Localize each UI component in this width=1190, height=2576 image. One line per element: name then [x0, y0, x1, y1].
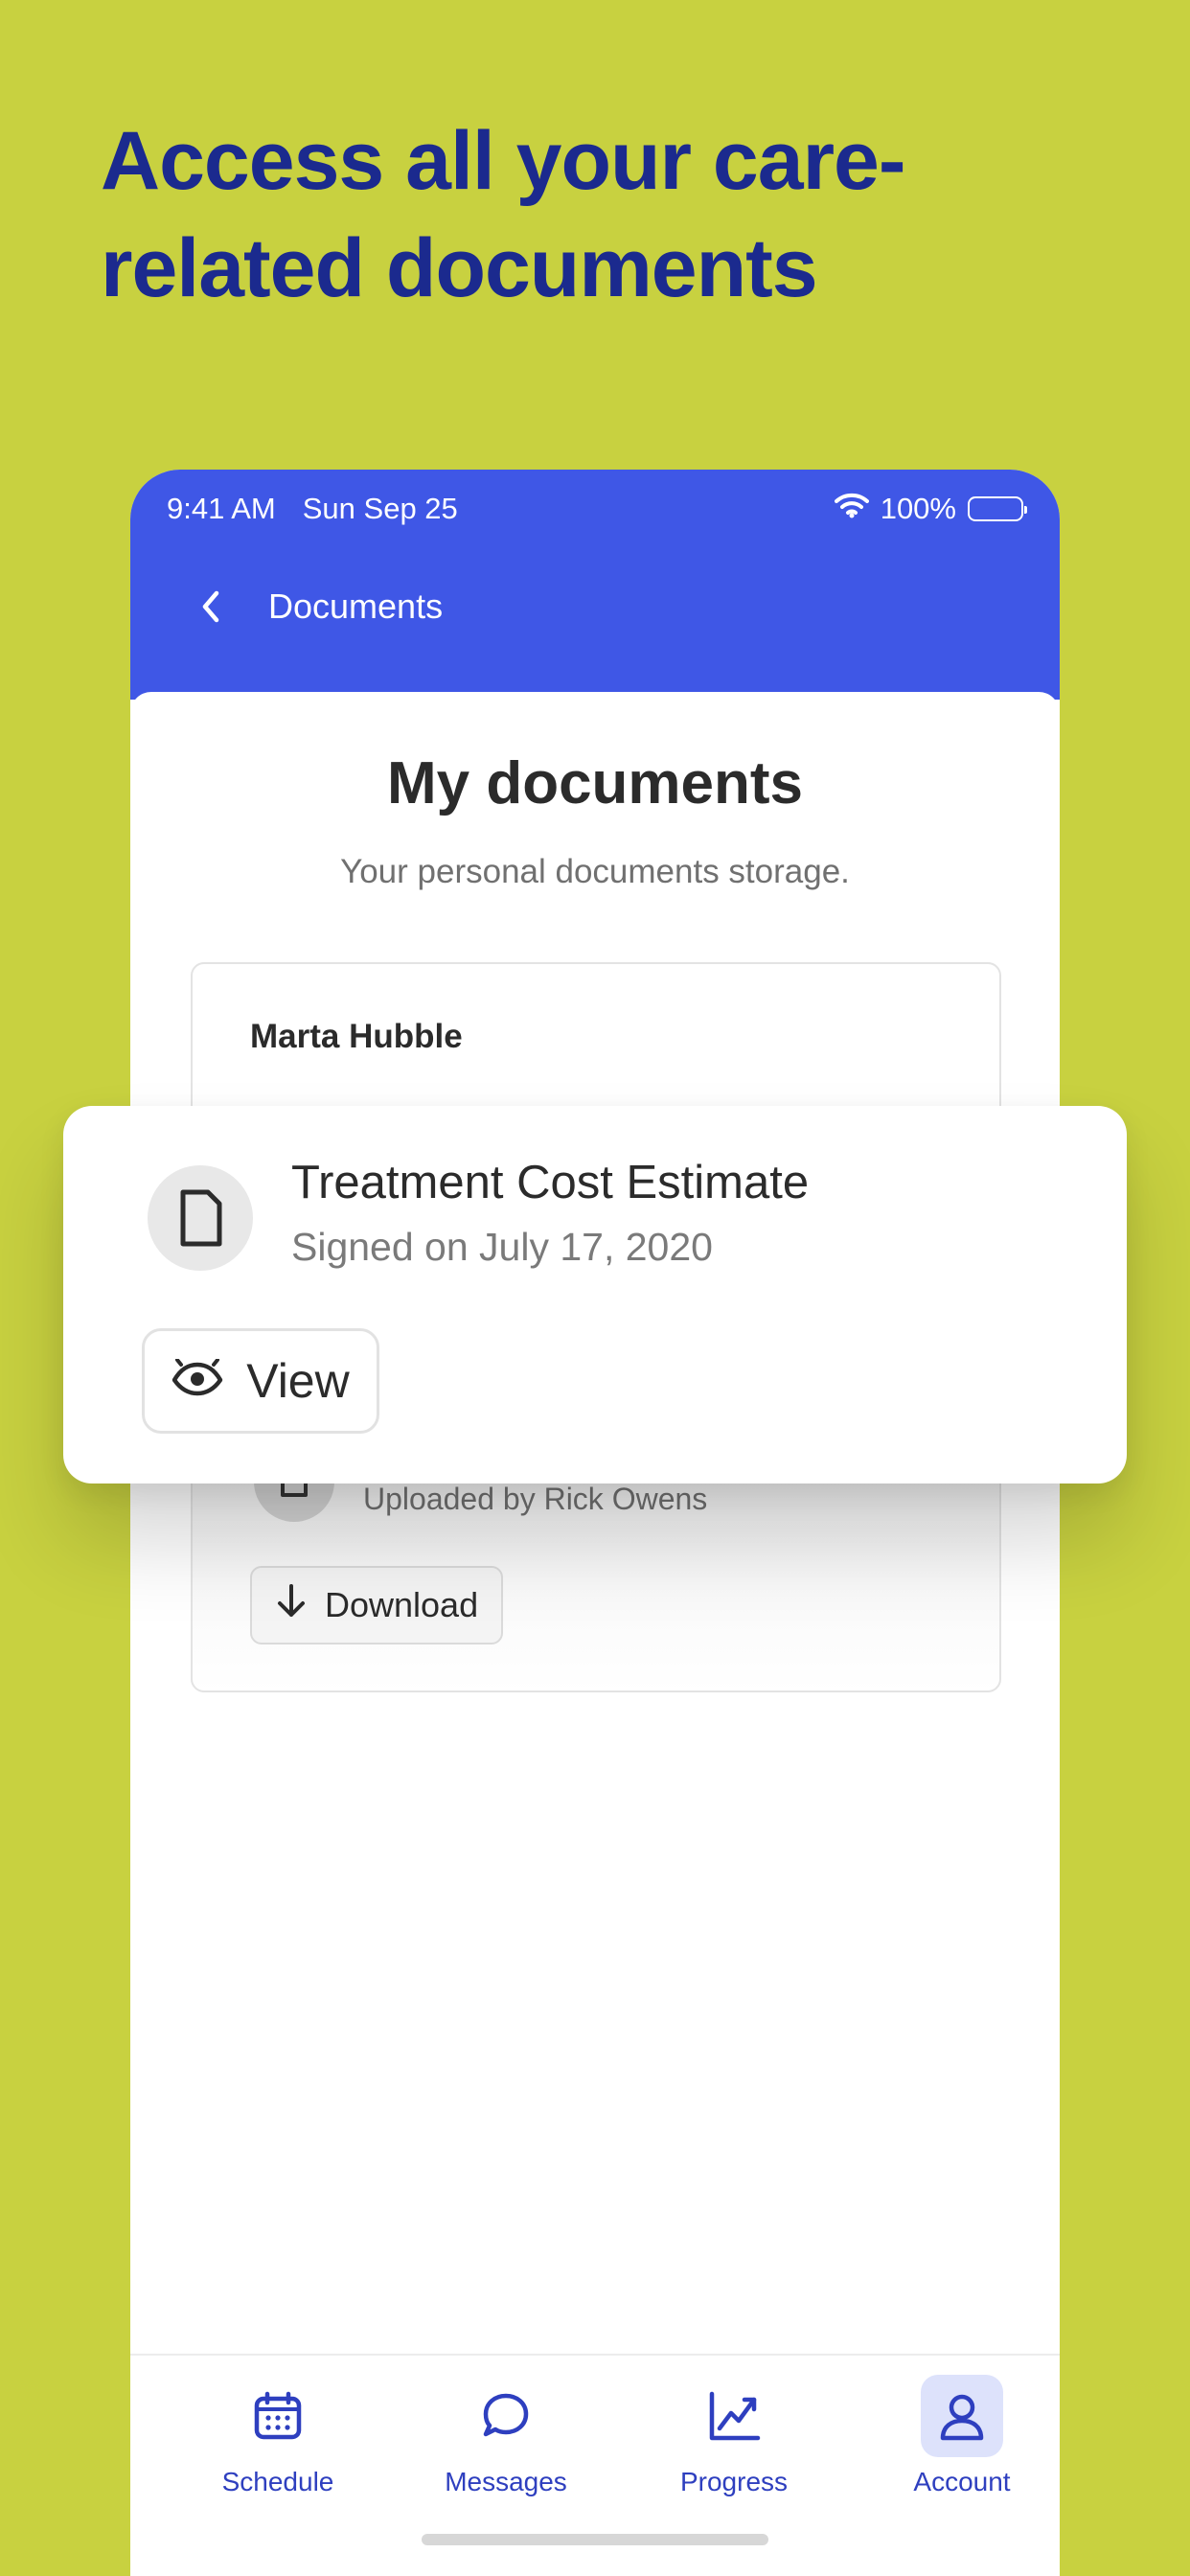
tab-progress[interactable]: Progress: [629, 2375, 839, 2497]
navigation-bar: Documents: [192, 586, 443, 627]
calendar-icon: [237, 2375, 319, 2457]
content-sheet: My documents Your personal documents sto…: [130, 692, 1060, 2576]
featured-document-card[interactable]: Treatment Cost Estimate Signed on July 1…: [63, 1106, 1127, 1484]
headline-line-1: Access all your care-: [101, 115, 906, 207]
page-title: My documents: [386, 750, 804, 816]
page-subtitle: Your personal documents storage.: [340, 853, 850, 890]
tab-label: Progress: [679, 2467, 789, 2496]
eye-icon: [172, 1353, 223, 1409]
home-indicator: [422, 2534, 768, 2545]
chat-bubble-icon: [465, 2375, 547, 2457]
download-button[interactable]: Download: [250, 1566, 504, 1644]
wifi-icon: [834, 492, 869, 526]
tab-messages[interactable]: Messages: [400, 2375, 611, 2497]
tab-label: Messages: [445, 2467, 567, 2496]
app-header: 9:41 AM Sun Sep 25 100% Documents: [130, 470, 1060, 700]
view-button[interactable]: View: [142, 1328, 379, 1434]
download-label: Download: [325, 1585, 479, 1624]
status-date: Sun Sep 25: [302, 492, 458, 525]
phone-screen: 9:41 AM Sun Sep 25 100% Documents My doc…: [130, 470, 1060, 2576]
battery-percent: 100%: [880, 492, 956, 525]
trend-chart-icon: [693, 2375, 775, 2457]
document-signed-date: Signed on July 17, 2020: [291, 1225, 713, 1269]
tab-schedule[interactable]: Schedule: [172, 2375, 383, 2497]
battery-icon: [968, 496, 1027, 521]
arrow-down-icon: [275, 1582, 308, 1629]
uploaded-by-text: Uploaded by Rick Owens: [363, 1482, 708, 1516]
bottom-tab-bar: Schedule Messages Progress Account: [130, 2354, 1060, 2576]
view-label: View: [246, 1354, 350, 1408]
user-icon: [921, 2375, 1003, 2457]
headline: Access all your care- related documents: [101, 107, 963, 322]
file-icon: [148, 1165, 253, 1271]
document-owner-name: Marta Hubble: [250, 1018, 463, 1055]
nav-title: Documents: [268, 586, 444, 626]
headline-line-2: related documents: [101, 222, 818, 314]
status-bar: 9:41 AM Sun Sep 25 100%: [167, 485, 1027, 533]
tab-label: Schedule: [221, 2467, 334, 2496]
status-time: 9:41 AM: [167, 492, 276, 525]
tab-label: Account: [913, 2467, 1011, 2496]
back-chevron-icon[interactable]: [192, 587, 230, 626]
document-title: Treatment Cost Estimate: [291, 1157, 810, 1208]
tab-account[interactable]: Account: [857, 2375, 1060, 2497]
